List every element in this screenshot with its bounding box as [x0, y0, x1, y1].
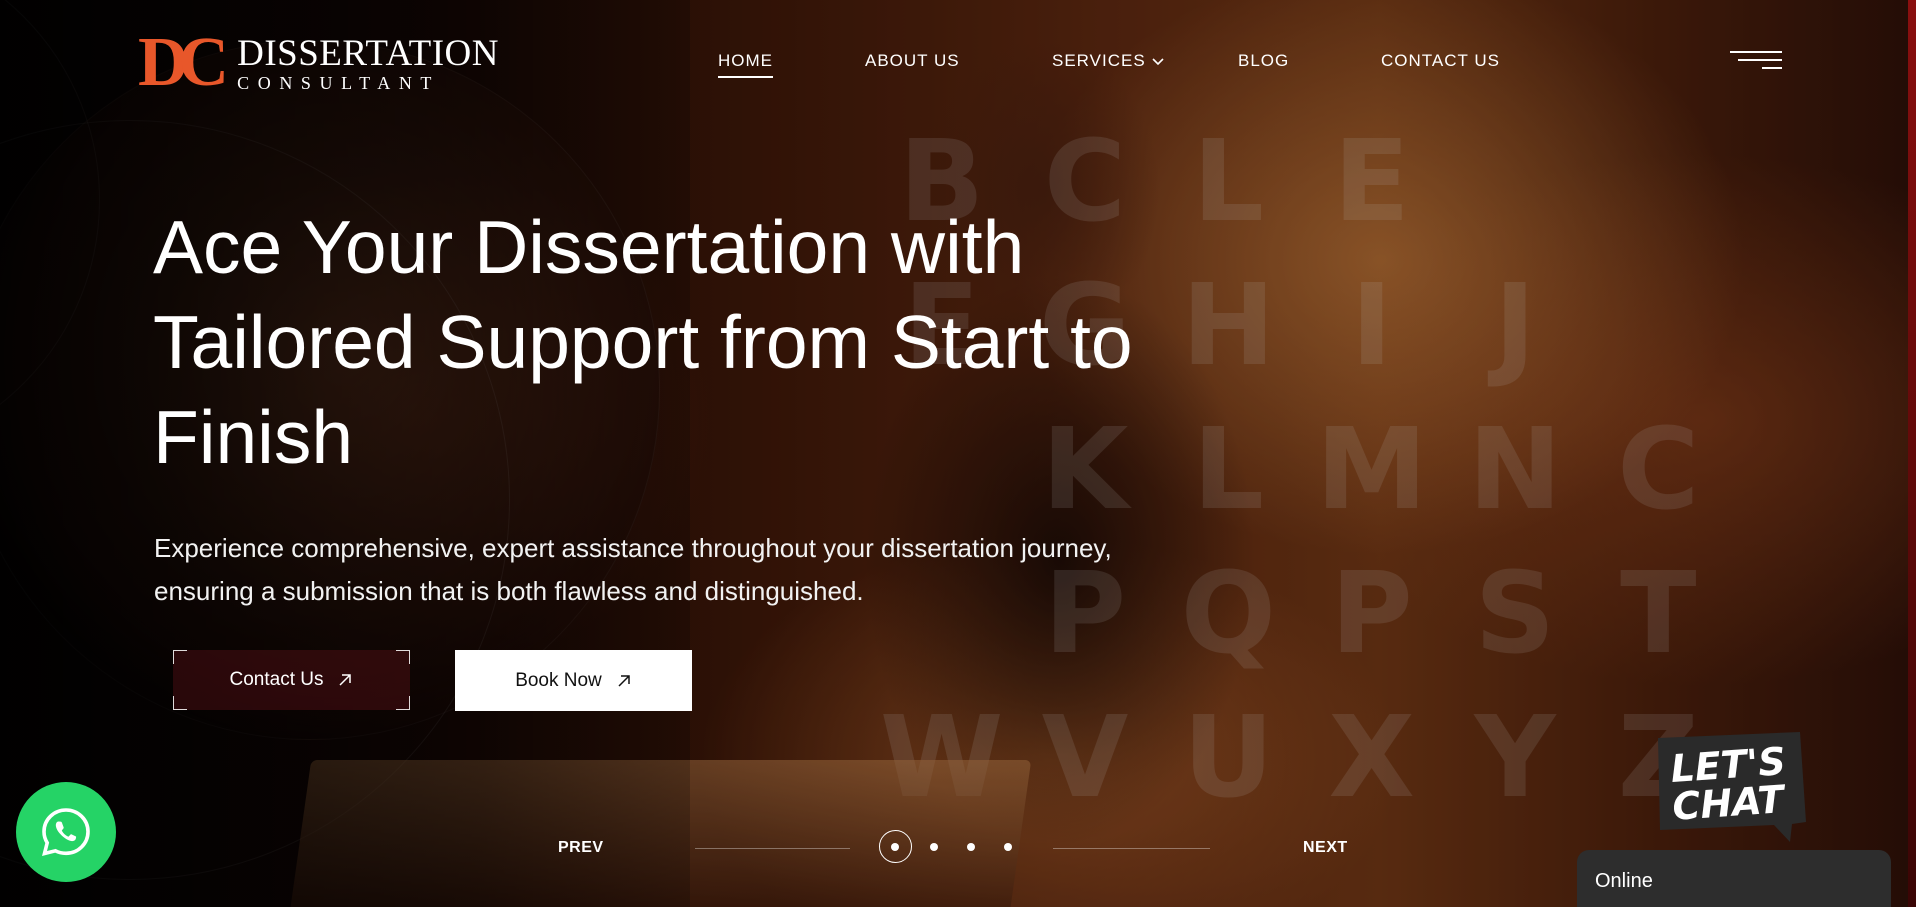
slide-dot-2[interactable]: [930, 843, 938, 851]
nav-services[interactable]: SERVICES: [1052, 51, 1164, 71]
hamburger-icon[interactable]: [1730, 51, 1782, 71]
book-now-button[interactable]: Book Now: [455, 650, 692, 711]
hero-headline: Ace Your Dissertation with Tailored Supp…: [153, 205, 1133, 479]
lets-chat-badge[interactable]: LET'S CHAT: [1650, 730, 1808, 842]
logo-name-line2: CONSULTANT: [237, 72, 441, 93]
slider-line-left: [695, 848, 850, 849]
nav-services-label: SERVICES: [1052, 51, 1146, 70]
arrow-up-right-icon: [339, 674, 352, 686]
slide-dot-4[interactable]: [1004, 843, 1012, 851]
hero-subtext: Experience comprehensive, expert assista…: [154, 533, 1112, 606]
book-now-label: Book Now: [515, 669, 602, 691]
slider-line-right: [1053, 848, 1210, 849]
site-logo[interactable]: DC DISSERTATION CONSULTANT: [138, 28, 499, 98]
slide-dot-3[interactable]: [967, 843, 975, 851]
contact-us-label: Contact Us: [229, 669, 324, 690]
chevron-down-icon: [1152, 57, 1164, 65]
chat-widget-bar[interactable]: Online: [1577, 850, 1891, 907]
nav-blog[interactable]: BLOG: [1238, 51, 1289, 71]
nav-home[interactable]: HOME: [718, 51, 773, 78]
whatsapp-icon: [42, 808, 90, 856]
chat-status: Online: [1595, 870, 1653, 892]
contact-us-button[interactable]: Contact Us: [173, 650, 410, 710]
slider-prev-button[interactable]: PREV: [558, 839, 604, 857]
whatsapp-button[interactable]: [16, 782, 116, 882]
slider-next-button[interactable]: NEXT: [1303, 839, 1348, 857]
slide-dot-1[interactable]: [891, 843, 899, 851]
logo-mark: DC: [138, 24, 229, 101]
nav-about-us[interactable]: ABOUT US: [865, 51, 960, 71]
arrow-up-right-icon: [618, 674, 630, 687]
scrollbar[interactable]: [1908, 0, 1916, 907]
logo-name-line1: DISSERTATION: [237, 32, 499, 74]
svg-text:CHAT: CHAT: [1671, 777, 1788, 829]
nav-contact-us[interactable]: CONTACT US: [1381, 51, 1500, 71]
